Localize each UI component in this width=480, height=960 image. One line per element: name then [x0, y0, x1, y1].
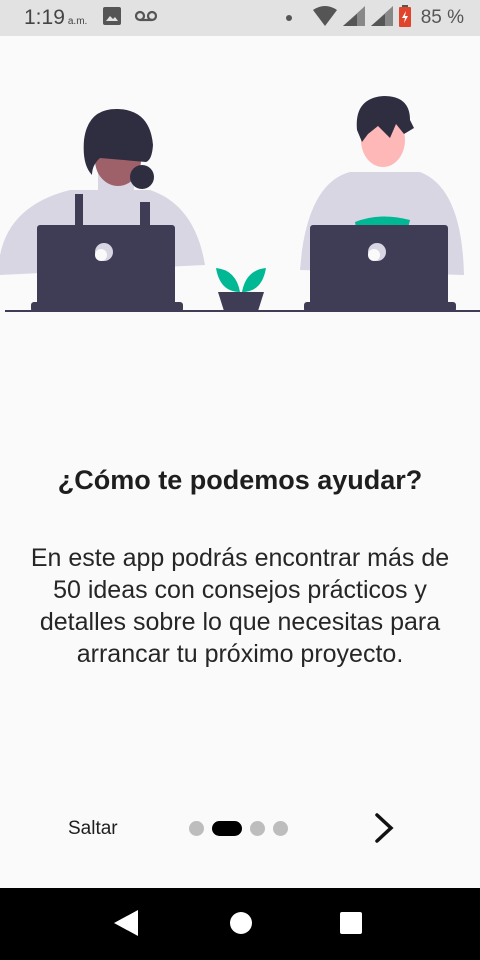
notification-dot-icon	[285, 9, 293, 27]
next-button[interactable]	[368, 810, 400, 850]
page-indicator	[189, 821, 288, 836]
status-time: 1:19	[24, 6, 65, 29]
laptop-left	[31, 225, 183, 312]
plant	[216, 268, 266, 311]
battery-percent: 85 %	[420, 7, 464, 28]
status-bar: 1:19 a.m. 85 %	[0, 0, 480, 36]
system-navigation-bar	[0, 888, 480, 960]
home-button[interactable]	[228, 911, 254, 940]
home-circle-icon	[229, 911, 253, 940]
status-ampm: a.m.	[67, 16, 88, 27]
onboarding-title: ¿Cómo te podemos ayudar?	[57, 465, 423, 495]
signal-icon-2	[370, 5, 393, 31]
onboarding-illustration	[0, 80, 480, 330]
page-dot-1	[189, 821, 204, 836]
signal-icon	[342, 5, 365, 31]
chevron-right-icon	[373, 812, 395, 849]
battery-icon	[398, 4, 411, 32]
recents-button[interactable]	[338, 911, 364, 939]
voicemail-icon	[135, 9, 158, 27]
image-icon	[103, 6, 122, 30]
wifi-icon	[312, 5, 337, 31]
back-button[interactable]	[113, 909, 139, 941]
onboarding-navigation: Saltar	[0, 806, 480, 852]
onboarding-description: En este app podrás encontrar más de 50 i…	[30, 544, 450, 668]
onboarding-content: ¿Cómo te podemos ayudar? En este app pod…	[0, 465, 480, 670]
skip-button[interactable]: Saltar	[68, 818, 118, 840]
recents-square-icon	[340, 911, 362, 939]
page-dot-2-active	[212, 821, 242, 836]
laptop-right	[304, 225, 456, 312]
page-dot-4	[273, 821, 288, 836]
page-dot-3	[250, 821, 265, 836]
back-triangle-icon	[114, 909, 138, 941]
